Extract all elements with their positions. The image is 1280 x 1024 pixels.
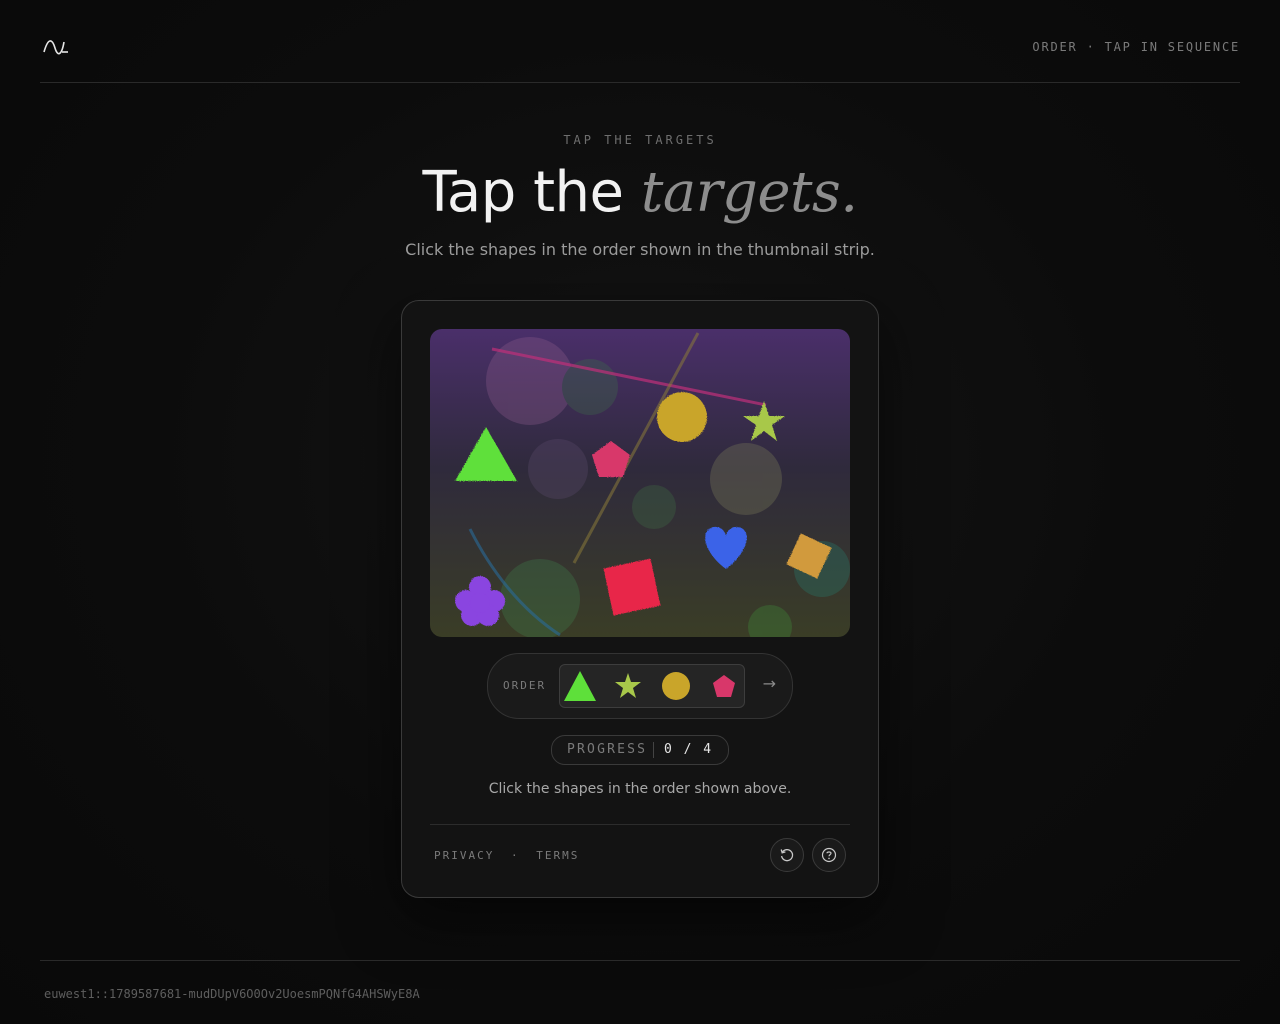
challenge-card: ORDER → PROGRESS 0 / 4 Click the shapes … xyxy=(401,300,879,898)
title-emphasis: targets. xyxy=(640,160,858,225)
mode-label: ORDER · TAP IN SEQUENCE xyxy=(1032,40,1240,54)
thumb-triangle-icon xyxy=(564,671,596,701)
title-plain: Tap the xyxy=(422,160,624,225)
progress-divider xyxy=(653,742,654,758)
thumb-star-icon xyxy=(615,673,641,698)
page-title: Tap the targets. xyxy=(0,158,1280,228)
thumbnail-strip xyxy=(559,664,745,708)
refresh-button[interactable] xyxy=(770,838,804,872)
progress-label: PROGRESS xyxy=(567,742,648,757)
thumb-circle-icon xyxy=(662,672,690,700)
top-header: ORDER · TAP IN SEQUENCE xyxy=(40,0,1240,83)
refresh-icon xyxy=(780,848,794,862)
card-divider xyxy=(430,824,850,825)
thumb-pentagon-icon xyxy=(713,675,735,697)
session-id: euwest1::1789587681-mudDUpV6O0Ov2UoesmPQ… xyxy=(44,987,420,1001)
arrow-right-icon: → xyxy=(762,674,776,693)
challenge-canvas[interactable] xyxy=(430,329,850,637)
footer-links: PRIVACY · TERMS xyxy=(434,849,579,862)
footer-divider xyxy=(40,960,1240,961)
help-icon xyxy=(821,847,837,863)
terms-link[interactable]: TERMS xyxy=(536,849,579,862)
privacy-link[interactable]: PRIVACY xyxy=(434,849,494,862)
progress-value: 0 / 4 xyxy=(664,742,714,757)
progress-indicator: PROGRESS 0 / 4 xyxy=(551,735,729,765)
instruction-text: Click the shapes in the order shown abov… xyxy=(488,781,792,797)
page-subtitle: Click the shapes in the order shown in t… xyxy=(405,240,875,259)
order-label: ORDER xyxy=(503,679,547,692)
eyebrow-label: TAP THE TARGETS xyxy=(563,133,717,147)
help-button[interactable] xyxy=(812,838,846,872)
wave-logo-icon xyxy=(43,40,68,55)
link-separator: · xyxy=(510,849,520,862)
order-strip: ORDER → xyxy=(487,653,793,719)
